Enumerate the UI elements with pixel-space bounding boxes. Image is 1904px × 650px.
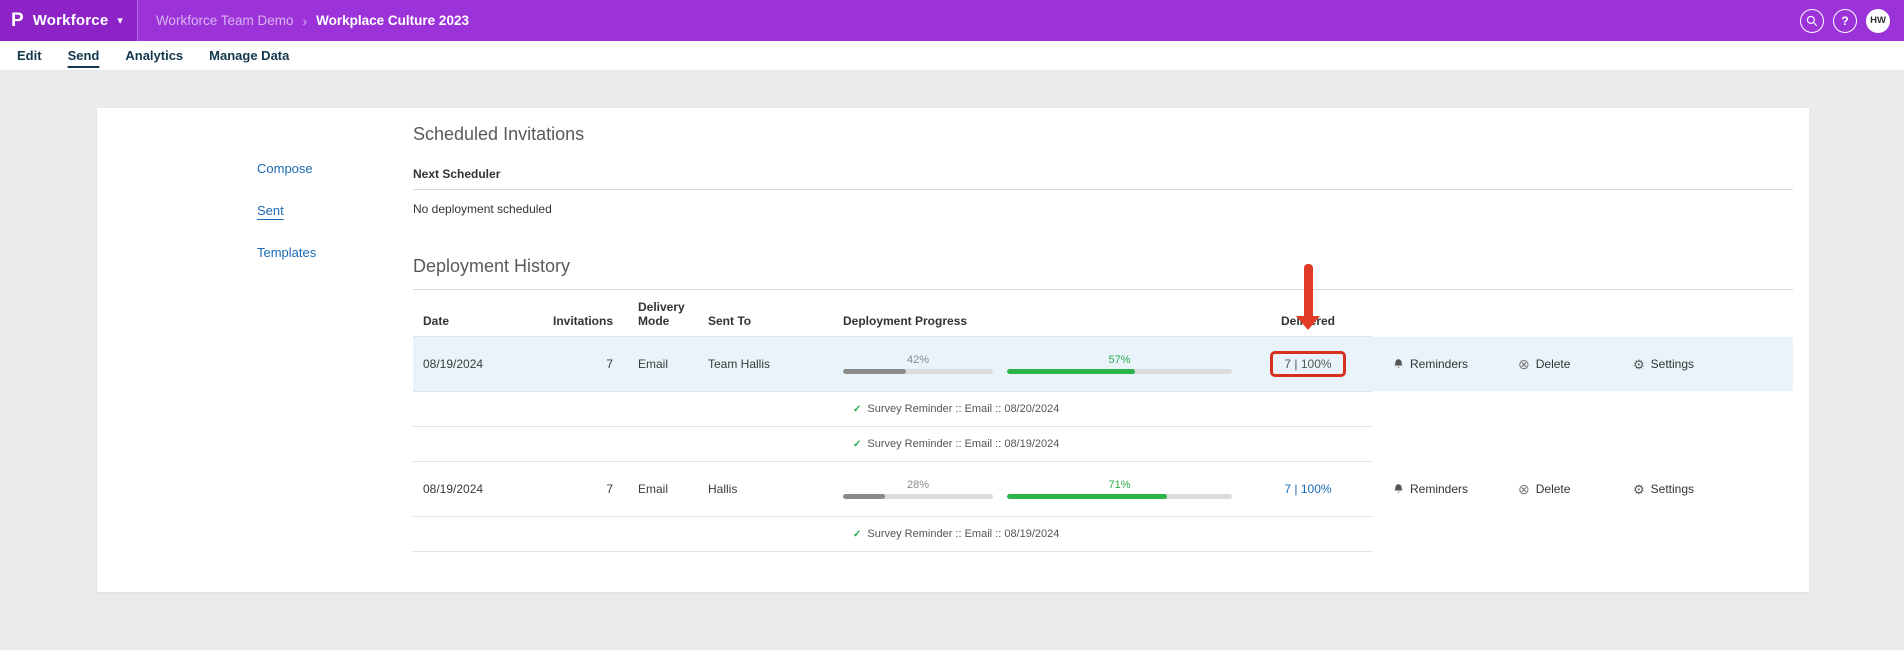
survey-tabs: Edit Send Analytics Manage Data [0,41,1904,70]
sidebar-item-sent[interactable]: Sent [257,203,413,218]
row-progress: 28% 71% [843,479,1243,499]
row-divider [413,551,1373,552]
send-sidebar: Compose Sent Templates [97,108,413,592]
breadcrumb-parent[interactable]: Workforce Team Demo [156,13,294,28]
annotation-highlight-box: 7 | 100% [1270,351,1345,377]
deployment-history-title: Deployment History [413,256,1793,277]
check-icon: ✓ [853,439,861,450]
row-progress: 42% 57% [843,354,1243,374]
help-icon: ? [1841,14,1848,28]
reminders-button[interactable]: Reminders [1393,482,1503,496]
reminder-text: Survey Reminder :: Email :: 08/19/2024 [867,528,1059,540]
settings-button[interactable]: ⚙ Settings [1633,357,1733,371]
sidebar-item-compose[interactable]: Compose [257,161,413,176]
deployment-history-table: Date Invitations Delivery Mode Sent To D… [413,289,1793,552]
bell-icon [1393,483,1404,495]
row-delivered: 7 | 100% [1243,482,1373,496]
delete-button[interactable]: ⊗ Delete [1518,357,1613,371]
user-avatar[interactable]: HW [1866,9,1890,33]
row-date: 08/19/2024 [413,482,543,496]
bell-icon [1393,358,1404,370]
check-icon: ✓ [853,529,861,540]
delete-button[interactable]: ⊗ Delete [1518,482,1613,496]
row-delivery-mode: Email [638,482,708,496]
top-app-bar: P Workforce ▾ Workforce Team Demo › Work… [0,0,1904,41]
circled-x-icon: ⊗ [1518,357,1530,371]
progress-complete-bar: 57% [1007,354,1232,374]
caret-down-icon: ▾ [117,14,123,27]
progress-pending-bar: 42% [843,354,993,374]
reminders-button[interactable]: Reminders [1393,357,1503,371]
tab-analytics[interactable]: Analytics [112,48,196,63]
reminder-text: Survey Reminder :: Email :: 08/20/2024 [867,403,1059,415]
breadcrumb: Workforce Team Demo › Workplace Culture … [156,13,469,29]
row-invitations: 7 [543,482,613,496]
reminder-subrow: ✓ Survey Reminder :: Email :: 08/19/2024 [413,517,1793,551]
settings-button[interactable]: ⚙ Settings [1633,482,1733,496]
send-panel: Compose Sent Templates Scheduled Invitat… [97,108,1809,592]
help-button[interactable]: ? [1833,9,1857,33]
progress-pending-bar: 28% [843,479,993,499]
chevron-right-icon: › [302,13,307,29]
tab-manage-data[interactable]: Manage Data [196,48,302,63]
col-invitations: Invitations [543,314,613,328]
delivered-link[interactable]: 7 | 100% [1284,357,1331,371]
tab-edit[interactable]: Edit [4,48,55,63]
row-invitations: 7 [543,357,613,371]
search-icon [1806,15,1818,27]
next-scheduler-label: Next Scheduler [413,167,1793,181]
col-sent-to: Sent To [708,314,843,328]
check-icon: ✓ [853,404,861,415]
row-date: 08/19/2024 [413,357,543,371]
breadcrumb-current: Workplace Culture 2023 [316,13,469,28]
circled-x-icon: ⊗ [1518,482,1530,496]
divider [413,189,1793,190]
sidebar-item-templates[interactable]: Templates [257,245,413,260]
progress-complete-bar: 71% [1007,479,1232,499]
row-sent-to: Team Hallis [708,357,843,371]
row-sent-to: Hallis [708,482,843,496]
col-delivery-mode: Delivery Mode [638,300,708,328]
col-deployment-progress: Deployment Progress [843,314,1243,328]
row-delivered: 7 | 100% [1243,351,1373,377]
gear-icon: ⚙ [1633,483,1645,496]
search-button[interactable] [1800,9,1824,33]
delivered-link[interactable]: 7 | 100% [1284,482,1331,496]
scheduled-invitations-title: Scheduled Invitations [413,124,1793,145]
reminder-subrow: ✓ Survey Reminder :: Email :: 08/19/2024 [413,427,1793,461]
reminder-text: Survey Reminder :: Email :: 08/19/2024 [867,438,1059,450]
tab-send[interactable]: Send [55,48,113,63]
annotation-arrow [1296,264,1320,330]
product-name: Workforce [33,12,109,29]
top-right-actions: ? HW [1800,9,1890,33]
avatar-initials: HW [1870,15,1886,26]
row-delivery-mode: Email [638,357,708,371]
table-header: Date Invitations Delivery Mode Sent To D… [413,290,1793,336]
qualtrics-logo-icon: P [11,11,24,30]
no-deployment-text: No deployment scheduled [413,202,1793,216]
reminder-subrow: ✓ Survey Reminder :: Email :: 08/20/2024 [413,392,1793,426]
product-switcher-dropdown[interactable]: P Workforce ▾ [0,0,138,41]
col-date: Date [413,314,543,328]
gear-icon: ⚙ [1633,358,1645,371]
table-row: 08/19/2024 7 Email Team Hallis 42% 57% [413,337,1793,391]
sent-content: Scheduled Invitations Next Scheduler No … [413,108,1809,592]
table-row: 08/19/2024 7 Email Hallis 28% 71% 7 | 10… [413,462,1793,516]
